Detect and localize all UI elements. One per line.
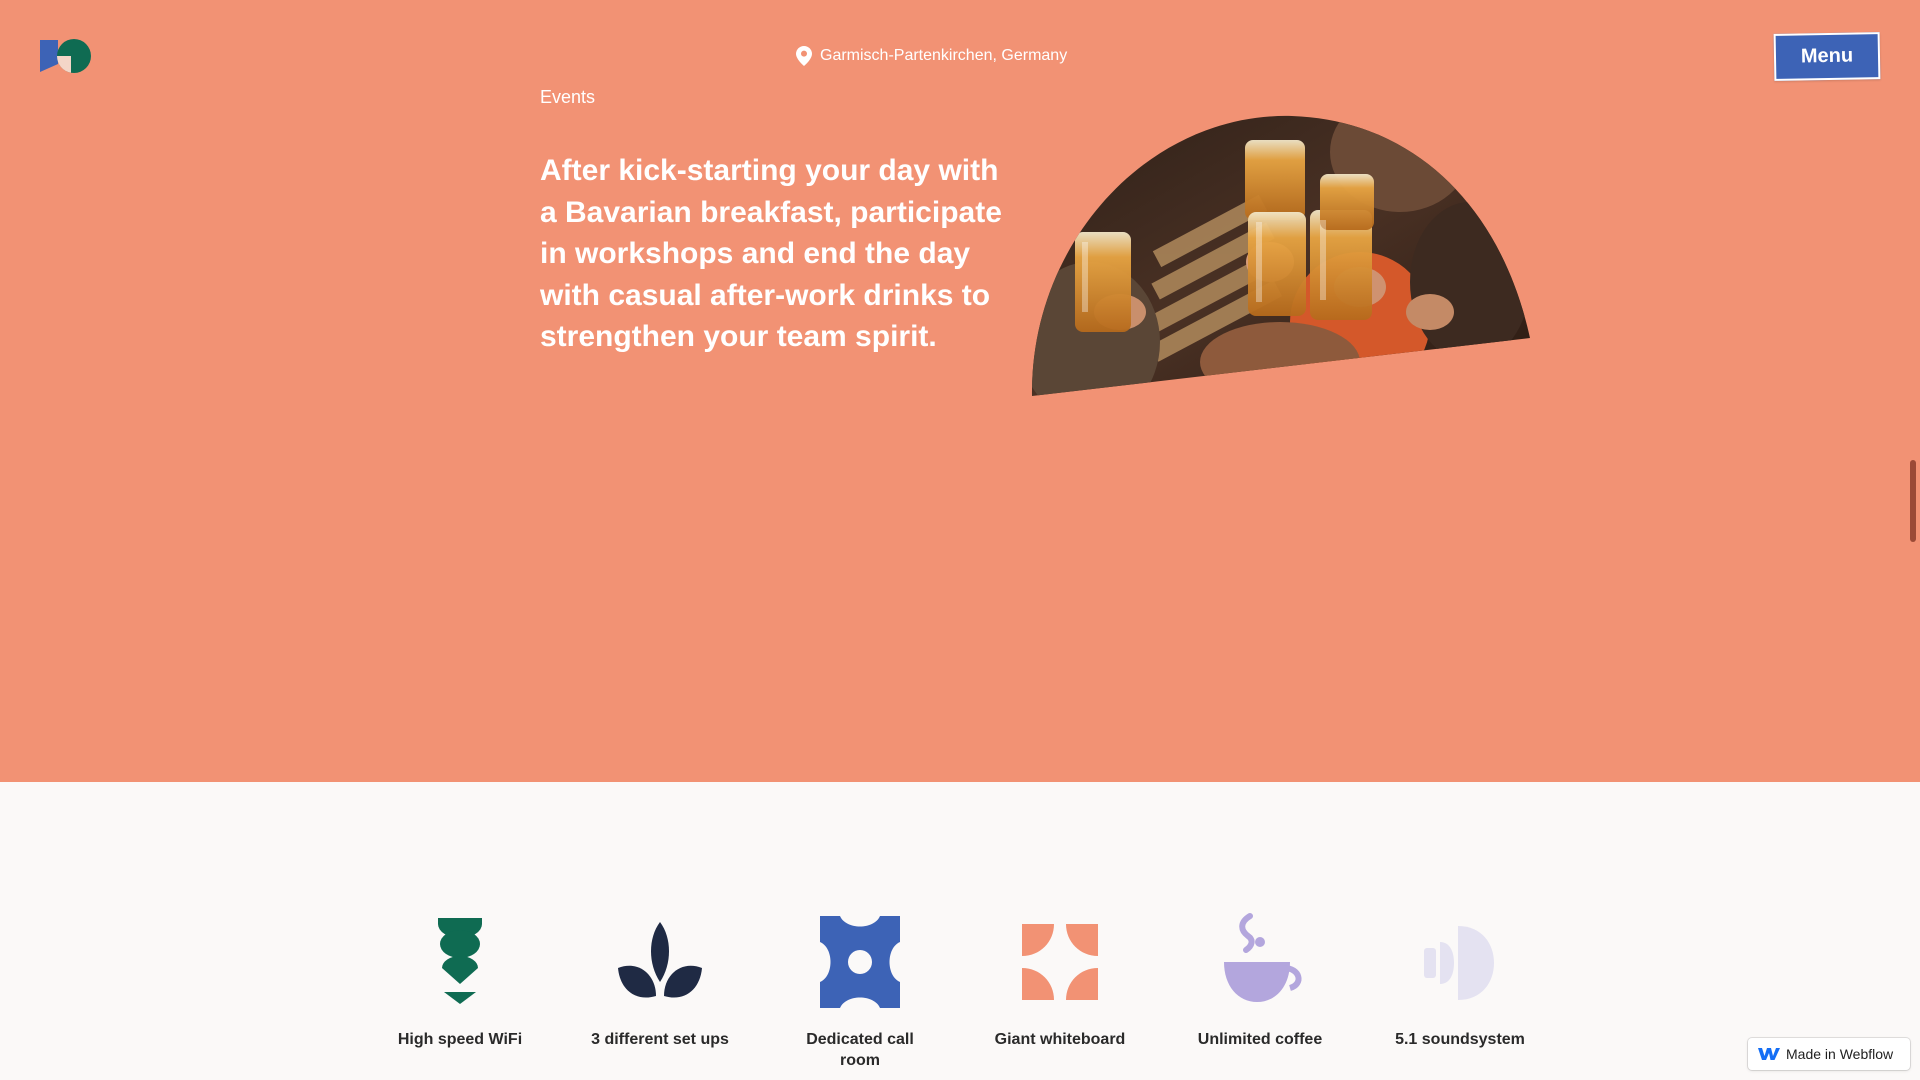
whiteboard-icon <box>1022 924 1098 1000</box>
feature-label: High speed WiFi <box>397 1031 523 1048</box>
feature-coffee: Unlimited coffee <box>1190 912 1330 1050</box>
features-row: High speed WiFi 3 different set ups Dedi… <box>390 912 1615 1072</box>
feature-callroom: Dedicated call room <box>790 912 930 1071</box>
feature-label: 3 different set ups <box>591 1031 729 1048</box>
made-in-webflow-badge[interactable]: Made in Webflow <box>1748 1038 1910 1070</box>
feature-label: Dedicated call room <box>806 1031 914 1069</box>
menu-button[interactable]: Menu <box>1773 32 1881 81</box>
hero-section: Garmisch-Partenkirchen, Germany Menu Eve… <box>0 0 1920 782</box>
feature-setups: 3 different set ups <box>590 912 730 1050</box>
location-indicator: Garmisch-Partenkirchen, Germany <box>796 46 1067 66</box>
feature-whiteboard: Giant whiteboard <box>990 912 1130 1050</box>
coffee-icon <box>1224 913 1302 1002</box>
feature-label: 5.1 soundsystem <box>1395 1031 1525 1048</box>
scrollbar[interactable] <box>1910 460 1916 542</box>
section-label: Events <box>540 87 596 107</box>
sound-icon <box>1424 926 1494 1000</box>
hero-headline: After kick-starting your day with a Bava… <box>540 154 1002 353</box>
feature-label: Giant whiteboard <box>994 1031 1126 1048</box>
map-pin-icon <box>796 46 812 66</box>
brand-logo[interactable] <box>38 36 94 76</box>
feature-sound: 5.1 soundsystem <box>1390 912 1530 1050</box>
location-text: Garmisch-Partenkirchen, Germany <box>820 47 1068 64</box>
feature-label: Unlimited coffee <box>1197 1031 1323 1048</box>
feature-wifi: High speed WiFi <box>390 912 530 1050</box>
webflow-logo-icon <box>1758 1048 1780 1060</box>
leaf-icon <box>618 922 702 998</box>
webflow-badge-label: Made in Webflow <box>1786 1046 1894 1062</box>
people-toasting-beer-photo <box>1031 115 1530 396</box>
wifi-icon <box>438 918 482 1004</box>
call-room-icon <box>820 916 900 1008</box>
